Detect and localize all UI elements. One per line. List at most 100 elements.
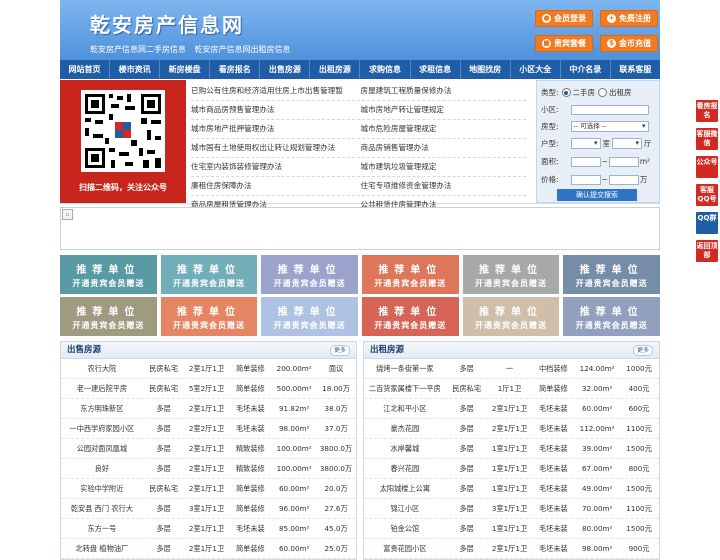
listing-community[interactable]: 铂金公馆 <box>364 524 446 534</box>
listing-row[interactable]: 水岸馨城 多层 1室1厅1卫 毛坯未装 39.00m² 1500元 <box>364 439 659 459</box>
listing-community[interactable]: 东方明珠新区 <box>61 404 143 414</box>
listing-row[interactable]: 北转盘 植物油厂 多层 2室1厅1卫 简单装修 60.00m² 25.0万 <box>61 539 356 559</box>
listing-row[interactable]: 春兴花园 多层 1室1厅1卫 毛坯未装 67.00m² 800元 <box>364 459 659 479</box>
nav-new-homes[interactable]: 新房楼盘 <box>160 60 211 79</box>
recommend-ad-card[interactable]: 推荐单位 开通贵宾会员赠送 <box>462 297 560 336</box>
nav-agencies[interactable]: 中介名录 <box>561 60 611 79</box>
nav-news[interactable]: 楼市资讯 <box>110 60 161 79</box>
listing-row[interactable]: 一中西学府家园小区 多层 2室2厅1卫 毛坯未装 98.00m² 37.0万 <box>61 419 356 439</box>
site-logo[interactable]: 乾安房产信息网 <box>90 9 244 38</box>
policy-link[interactable]: 城市商品房预售管理办法 <box>191 101 357 119</box>
recommend-ad-card[interactable]: 推荐单位 开通贵宾会员赠送 <box>60 255 157 294</box>
radio-secondhand[interactable] <box>561 88 571 97</box>
listing-row[interactable]: 富贵花园小区 多层 2室1厅1卫 毛坯未装 98.00m² 900元 <box>364 539 659 559</box>
listing-row[interactable]: 锦江小区 多层 3室1厅1卫 毛坯未装 70.00m² 1100元 <box>364 499 659 519</box>
recommend-ad-card[interactable]: 推荐单位 开通贵宾会员赠送 <box>361 297 459 336</box>
recommend-ad-card[interactable]: 推荐单位 开通贵宾会员赠送 <box>563 297 660 336</box>
listing-community[interactable]: 老一建后院平房 <box>61 384 143 394</box>
hall-select[interactable] <box>612 138 643 149</box>
house-type-select[interactable]: -- 可选择 -- <box>570 121 649 132</box>
policy-link[interactable]: 商品房销售管理办法 <box>357 139 527 157</box>
policy-link[interactable]: 城市危险房屋管理规定 <box>357 120 527 138</box>
listing-community[interactable]: 一中西学府家园小区 <box>61 424 143 434</box>
recommend-ad-card[interactable]: 推荐单位 开通贵宾会员赠送 <box>361 255 459 294</box>
nav-wanted-rent[interactable]: 求租信息 <box>411 60 461 79</box>
listing-community[interactable]: 烧烤一条街第一家 <box>364 364 446 374</box>
nav-home[interactable]: 网站首页 <box>60 60 111 79</box>
listing-row[interactable]: 太阳城楼上公寓 多层 1室1厅1卫 毛坯未装 49.00m² 1500元 <box>364 479 659 499</box>
listing-community[interactable]: 太阳城楼上公寓 <box>364 484 446 494</box>
policy-link[interactable]: 房屋建筑工程质量保修办法 <box>357 82 527 100</box>
listing-row[interactable]: 良好 多层 2室1厅1卫 精致装修 100.00m² 3800.0万 <box>61 459 356 479</box>
listing-community[interactable]: 春兴花园 <box>364 464 446 474</box>
search-submit-button[interactable]: 确认提交搜索 <box>557 189 637 201</box>
side-public-account[interactable]: 公众号 <box>696 156 718 178</box>
nav-for-rent[interactable]: 出租房源 <box>310 60 361 79</box>
register-button[interactable]: + 免费注册 <box>600 10 658 27</box>
listing-row[interactable]: 东方一号 多层 2室1厅1卫 毛坯未装 85.00m² 45.0万 <box>61 519 356 539</box>
coin-recharge-button[interactable]: $ 金币充值 <box>600 35 658 52</box>
listing-community[interactable]: 二百货家属楼下一平房 <box>364 384 446 394</box>
recommend-ad-card[interactable]: 推荐单位 开通贵宾会员赠送 <box>160 255 258 294</box>
policy-link[interactable]: 城市建筑垃圾管理规定 <box>357 158 527 176</box>
listing-community[interactable]: 实验中学附近 <box>61 484 143 494</box>
nav-map-search[interactable]: 地图找房 <box>461 60 511 79</box>
listing-row[interactable]: 老一建后院平房 民房私宅 5室2厅1卫 简单装修 500.00m² 18.00万 <box>61 379 356 399</box>
listing-row[interactable]: 江北和平小区 多层 2室1厅1卫 毛坯未装 60.00m² 600元 <box>364 399 659 419</box>
login-button[interactable]: ● 会员登录 <box>535 10 593 27</box>
nav-customer-service[interactable]: 联系客服 <box>611 60 660 79</box>
listing-row[interactable]: 实验中学附近 民房私宅 2室1厅1卫 简单装修 60.00m² 20.0万 <box>61 479 356 499</box>
recommend-ad-card[interactable]: 推荐单位 开通贵宾会员赠送 <box>60 297 157 336</box>
policy-link[interactable]: 住宅室内装饰装修管理办法 <box>191 158 357 176</box>
policy-link[interactable]: 住宅专项维修资金管理办法 <box>357 177 527 195</box>
policy-link[interactable]: 城市房地产转让管理规定 <box>357 101 527 119</box>
banner-image[interactable]: ▫ <box>60 207 660 250</box>
side-viewing-signup[interactable]: 看房报名 <box>696 100 718 122</box>
more-button[interactable]: 更多 <box>329 345 350 356</box>
recommend-ad-card[interactable]: 推荐单位 开通贵宾会员赠送 <box>462 255 560 294</box>
listing-row[interactable]: 烧烤一条街第一家 多层 一 中档装修 124.00m² 1000元 <box>364 359 659 379</box>
recommend-ad-card[interactable]: 推荐单位 开通贵宾会员赠送 <box>563 255 660 294</box>
listing-row[interactable]: 乾安县 西门 农行大 多层 3室1厅1卫 简单装修 96.00m² 27.6万 <box>61 499 356 519</box>
area-max-input[interactable] <box>608 156 639 167</box>
policy-link[interactable]: 城市国有土地使用权出让转让规划管理办法 <box>191 139 357 157</box>
listing-row[interactable]: 二百货家属楼下一平房 民房私宅 1厅1卫 简单装修 32.00m² 400元 <box>364 379 659 399</box>
price-min-input[interactable] <box>570 174 601 185</box>
policy-link[interactable]: 已购公有住房和经济适用住房上市出售管理暂 <box>191 82 357 100</box>
nav-for-sale[interactable]: 出售房源 <box>260 60 311 79</box>
more-button[interactable]: 更多 <box>632 345 653 356</box>
listing-community[interactable]: 乾安县 西门 农行大 <box>61 504 143 514</box>
side-service-wechat[interactable]: 客服微信 <box>696 128 718 150</box>
listing-row[interactable]: 铂金公馆 多层 1室1厅1卫 毛坯未装 80.00m² 1500元 <box>364 519 659 539</box>
listing-row[interactable]: 豪杰花园 多层 2室1厅1卫 毛坯未装 112.00m² 1100元 <box>364 419 659 439</box>
side-qq-group[interactable]: QQ群 <box>696 212 718 234</box>
side-service-qq[interactable]: 客服QQ号 <box>696 184 718 206</box>
recommend-ad-card[interactable]: 推荐单位 开通贵宾会员赠送 <box>261 297 358 336</box>
listing-row[interactable]: 东方明珠新区 多层 2室1厅1卫 毛坯未装 91.82m² 38.0万 <box>61 399 356 419</box>
room-select[interactable] <box>570 138 601 149</box>
listing-community[interactable]: 东方一号 <box>61 524 143 534</box>
vip-package-button[interactable]: ■ 贵宾套餐 <box>535 35 593 52</box>
listing-row[interactable]: 公园对面凤凰城 多层 2室1厅1卫 精致装修 100.00m² 3800.0万 <box>61 439 356 459</box>
policy-link[interactable]: 城市房地产抵押管理办法 <box>191 120 357 138</box>
listing-community[interactable]: 北转盘 植物油厂 <box>61 544 143 554</box>
nav-viewing-signup[interactable]: 看房报名 <box>210 60 261 79</box>
listing-community[interactable]: 水岸馨城 <box>364 444 446 454</box>
area-min-input[interactable] <box>570 156 601 167</box>
side-back-to-top[interactable]: 返回顶部 <box>696 240 718 262</box>
listing-community[interactable]: 公园对面凤凰城 <box>61 444 143 454</box>
radio-rental[interactable] <box>598 88 608 97</box>
recommend-ad-card[interactable]: 推荐单位 开通贵宾会员赠送 <box>261 255 358 294</box>
listing-row[interactable]: 农行大院 民房私宅 2室1厅1卫 简单装修 200.00m² 面议 <box>61 359 356 379</box>
nav-communities[interactable]: 小区大全 <box>511 60 561 79</box>
policy-link[interactable]: 廉租住房保障办法 <box>191 177 357 195</box>
recommend-ad-card[interactable]: 推荐单位 开通贵宾会员赠送 <box>160 297 258 336</box>
community-input[interactable] <box>570 104 649 115</box>
listing-community[interactable]: 江北和平小区 <box>364 404 446 414</box>
listing-community[interactable]: 良好 <box>61 464 143 474</box>
price-max-input[interactable] <box>608 174 639 185</box>
listing-community[interactable]: 豪杰花园 <box>364 424 446 434</box>
listing-community[interactable]: 富贵花园小区 <box>364 544 446 554</box>
listing-community[interactable]: 锦江小区 <box>364 504 446 514</box>
listing-community[interactable]: 农行大院 <box>61 364 143 374</box>
